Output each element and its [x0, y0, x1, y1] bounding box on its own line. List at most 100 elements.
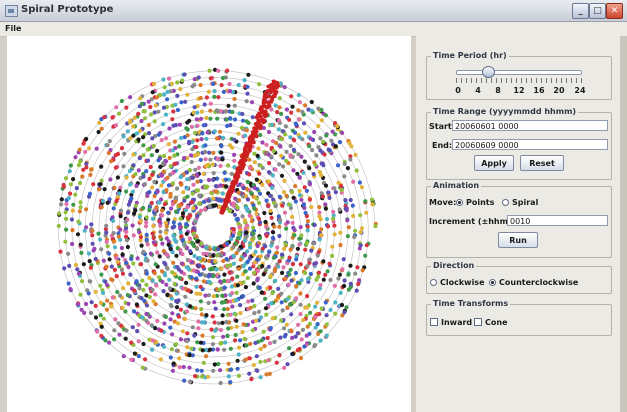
minimize-button[interactable]: _	[572, 3, 589, 19]
spiral-point	[153, 262, 158, 267]
counterclockwise-radio[interactable]	[489, 279, 496, 286]
spiral-point	[131, 261, 136, 266]
spiral-point	[187, 365, 192, 370]
spiral-point	[266, 170, 272, 175]
spiral-point	[228, 346, 233, 351]
spiral-point	[246, 72, 251, 77]
spiral-point	[279, 153, 284, 158]
move-label: Move:	[429, 198, 457, 207]
clockwise-label[interactable]: Clockwise	[440, 278, 485, 287]
clockwise-radio[interactable]	[430, 279, 437, 286]
cone-checkbox[interactable]	[474, 318, 482, 326]
time-period-slider[interactable]	[456, 70, 582, 75]
apply-button[interactable]: Apply	[474, 155, 514, 171]
spiral-point	[205, 130, 210, 135]
spiral-point	[199, 109, 204, 114]
start-time-field[interactable]: 20060601 0000	[452, 120, 608, 131]
spiral-point	[195, 138, 200, 143]
spiral-point	[335, 163, 341, 168]
spiral-point	[254, 177, 259, 182]
move-spiral-label[interactable]: Spiral	[512, 198, 538, 207]
spiral-point	[232, 212, 237, 217]
spiral-point	[78, 292, 83, 297]
spiral-point	[197, 272, 203, 277]
spiral-canvas[interactable]	[7, 36, 411, 412]
increment-field[interactable]: 0010	[507, 215, 608, 226]
inward-label[interactable]: Inward	[441, 318, 472, 327]
run-button[interactable]: Run	[498, 232, 538, 248]
spiral-point	[249, 219, 255, 224]
spiral-point	[173, 123, 178, 128]
spiral-point	[206, 177, 212, 183]
highlighted-point	[271, 79, 276, 84]
move-spiral-radio[interactable]	[502, 199, 509, 206]
spiral-point	[247, 157, 252, 162]
spiral-point	[175, 186, 180, 191]
spiral-point	[79, 307, 84, 312]
spiral-point	[312, 129, 317, 135]
menu-file[interactable]: File	[5, 24, 21, 33]
spiral-point	[208, 267, 213, 272]
counterclockwise-label[interactable]: Counterclockwise	[499, 278, 578, 287]
inward-checkbox[interactable]	[430, 318, 438, 326]
spiral-point	[290, 220, 295, 225]
spiral-point	[124, 260, 129, 265]
spiral-point	[70, 241, 75, 247]
spiral-point	[226, 374, 231, 379]
spiral-point	[132, 351, 137, 356]
spiral-point	[192, 153, 198, 158]
maximize-button[interactable]: □	[589, 3, 606, 19]
spiral-point	[321, 277, 326, 282]
spiral-point	[250, 328, 255, 333]
spiral-point	[302, 185, 307, 190]
spiral-point	[95, 329, 100, 334]
spiral-point	[343, 206, 348, 211]
move-points-radio[interactable]	[456, 199, 463, 206]
spiral-point	[264, 142, 269, 147]
spiral-point	[294, 257, 299, 262]
spiral-point	[81, 167, 86, 172]
spiral-point	[348, 197, 353, 203]
cone-label[interactable]: Cone	[485, 318, 508, 327]
spiral-point	[144, 271, 149, 276]
spiral-point	[298, 302, 303, 307]
spiral-point	[63, 239, 68, 244]
spiral-point	[314, 153, 319, 158]
spiral-point	[317, 170, 322, 175]
spiral-point	[153, 326, 158, 331]
spiral-point	[104, 307, 110, 312]
spiral-point	[191, 231, 196, 236]
spiral-point	[274, 250, 280, 255]
spiral-point	[340, 267, 345, 272]
spiral-point	[346, 272, 351, 277]
spiral-point	[287, 346, 292, 351]
spiral-point	[298, 312, 303, 317]
spiral-point	[93, 289, 98, 294]
spiral-point	[337, 207, 342, 212]
spiral-point	[267, 249, 272, 254]
spiral-point	[88, 172, 93, 177]
spiral-point	[117, 191, 122, 196]
move-points-label[interactable]: Points	[466, 198, 494, 207]
spiral-point	[346, 287, 351, 292]
time-period-slider-thumb[interactable]	[482, 66, 495, 78]
spiral-point	[284, 193, 289, 198]
spiral-point	[305, 294, 310, 299]
spiral-point	[294, 284, 299, 289]
spiral-point	[129, 196, 134, 201]
spiral-point	[332, 186, 337, 191]
spiral-point	[96, 231, 101, 236]
reset-button[interactable]: Reset	[520, 155, 564, 171]
spiral-point	[175, 265, 180, 270]
end-time-field[interactable]: 20060609 0000	[452, 139, 608, 150]
spiral-point	[263, 219, 268, 225]
spiral-point	[277, 224, 282, 229]
spiral-point	[225, 241, 230, 246]
spiral-point	[161, 161, 166, 166]
spiral-point	[191, 182, 196, 187]
spiral-point	[214, 267, 219, 272]
spiral-point	[73, 192, 78, 197]
close-button[interactable]: ✕	[606, 3, 623, 19]
spiral-point	[221, 135, 226, 140]
spiral-point	[165, 97, 170, 102]
